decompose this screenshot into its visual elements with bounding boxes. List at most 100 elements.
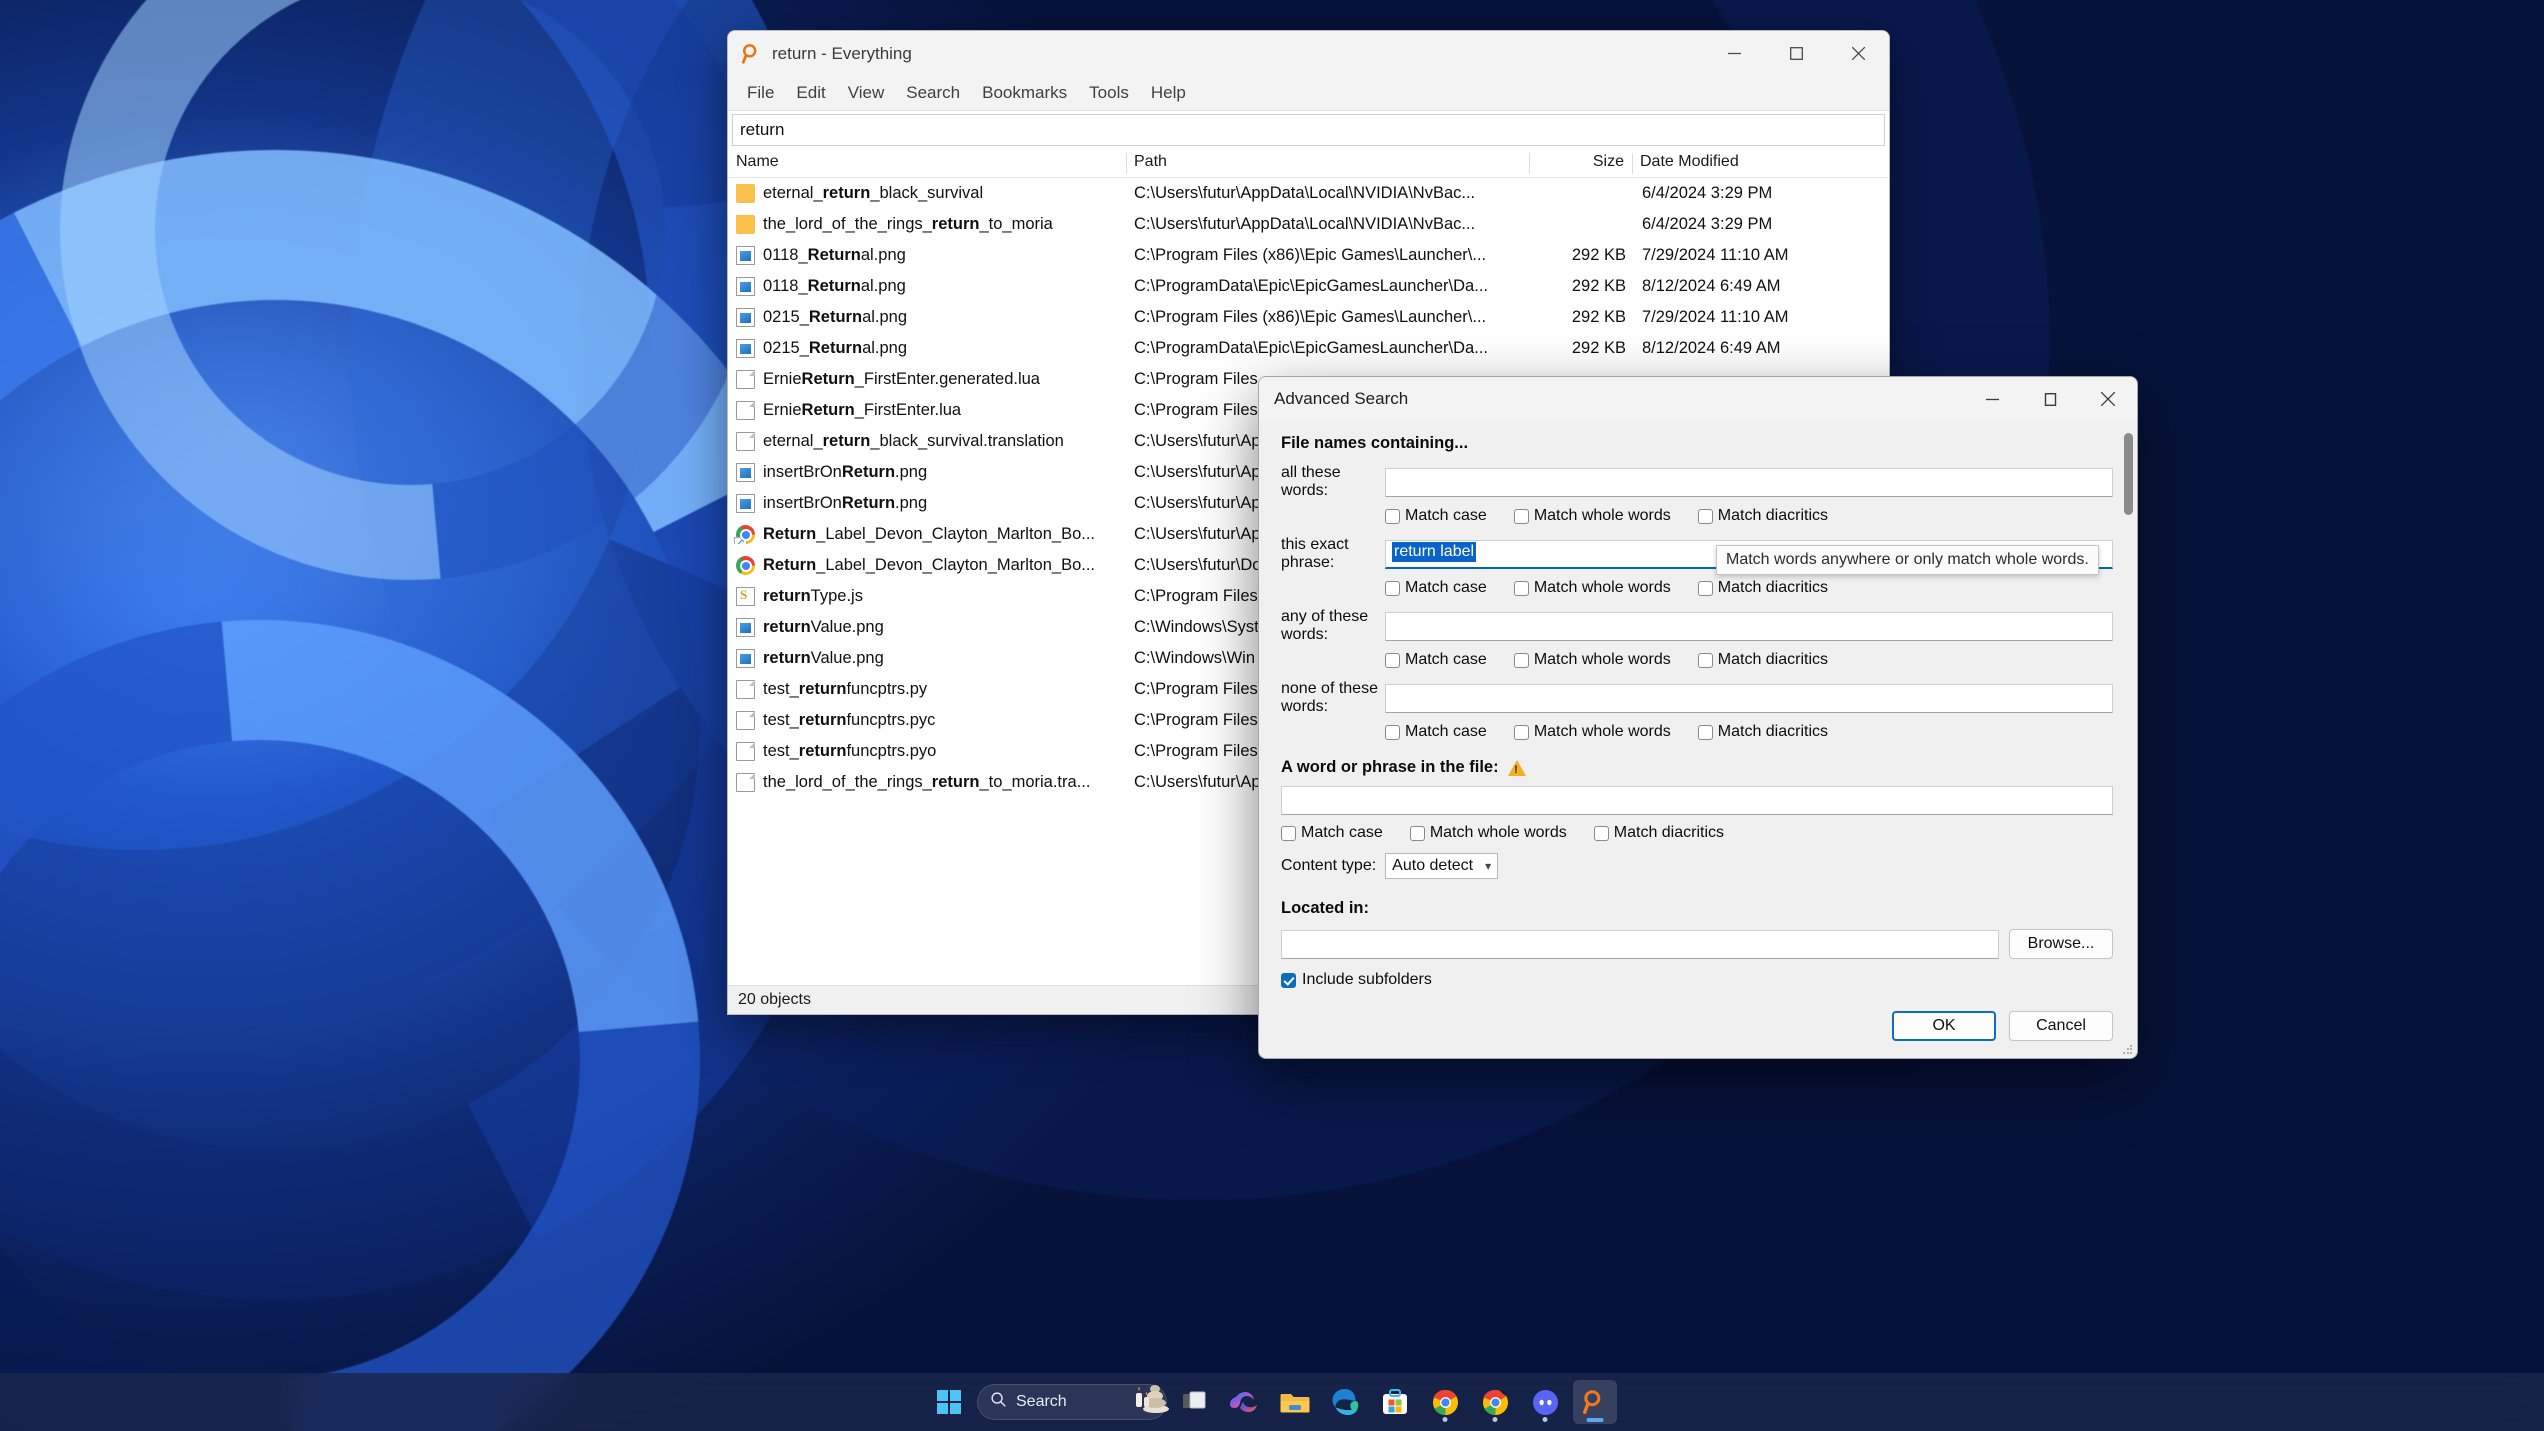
start-button[interactable] xyxy=(927,1380,971,1424)
checkbox-box[interactable] xyxy=(1513,724,1529,740)
checkbox-match-case-1[interactable]: Match case xyxy=(1385,507,1487,525)
table-row[interactable]: 0118_Returnal.png C:\ProgramData\Epic\Epi… xyxy=(728,271,1889,302)
checkbox-box[interactable] xyxy=(1281,825,1296,841)
checkbox-row-this-exact-phrase: Match case Match whole words Match diacr… xyxy=(1385,579,2113,597)
search-input[interactable] xyxy=(732,114,1885,146)
checkbox-box[interactable] xyxy=(1513,652,1529,668)
cancel-button[interactable]: Cancel xyxy=(2009,1011,2113,1041)
widgets-icon[interactable] xyxy=(1122,1376,1170,1421)
checkbox-label: Match case xyxy=(1405,651,1487,668)
checkbox-box[interactable] xyxy=(1697,580,1713,596)
microsoft-store-icon[interactable] xyxy=(1373,1380,1417,1424)
checkbox-match-diacritics-content[interactable]: Match diacritics xyxy=(1593,824,1724,842)
advanced-search-dialog: Advanced Search File names containing...… xyxy=(1258,376,2138,1059)
window-titlebar[interactable]: return - Everything xyxy=(728,31,1889,76)
input-all-these-words[interactable] xyxy=(1385,467,2113,497)
table-row[interactable]: 0215_Returnal.png C:\Program Files (x86)\… xyxy=(728,302,1889,333)
checkbox-match-case-content[interactable]: Match case xyxy=(1281,824,1383,842)
table-row[interactable]: eternal_return_black_survival C:\Users\fu… xyxy=(728,178,1889,209)
checkbox-box[interactable] xyxy=(1385,652,1400,668)
dialog-maximize-button[interactable] xyxy=(2021,377,2079,421)
dialog-close-button[interactable] xyxy=(2079,377,2137,421)
checkbox-box[interactable] xyxy=(1513,580,1529,596)
close-button[interactable] xyxy=(1827,31,1889,76)
column-header-path[interactable]: Path xyxy=(1126,150,1529,177)
checkbox-match-whole-words-3[interactable]: Match whole words xyxy=(1513,651,1671,669)
file-name: Return_Label_Devon_Clayton_Marlton_Bo... xyxy=(763,556,1096,574)
checkbox-box[interactable] xyxy=(1697,724,1713,740)
maximize-button[interactable] xyxy=(1765,31,1827,76)
checkbox-box[interactable] xyxy=(1409,825,1425,841)
input-any-of-these-words[interactable] xyxy=(1385,611,2113,641)
cell-name: test_returnfuncptrs.pyc xyxy=(728,711,1126,730)
file-name: the_lord_of_the_rings_return_to_moria.tr… xyxy=(763,773,1091,791)
menu-view[interactable]: View xyxy=(837,79,896,107)
resize-grip[interactable] xyxy=(2122,1044,2133,1055)
checkbox-match-diacritics-1[interactable]: Match diacritics xyxy=(1697,507,1828,525)
image-file-icon xyxy=(736,494,755,513)
column-header-size[interactable]: Size xyxy=(1529,150,1632,177)
menu-edit[interactable]: Edit xyxy=(785,79,836,107)
checkbox-box[interactable] xyxy=(1385,580,1400,596)
menu-bookmarks[interactable]: Bookmarks xyxy=(971,79,1078,107)
checkbox-box[interactable] xyxy=(1697,652,1713,668)
discord-icon[interactable] xyxy=(1523,1380,1567,1424)
cell-size: 292 KB xyxy=(1571,277,1626,295)
checkbox-box[interactable] xyxy=(1385,508,1400,524)
checkbox-box[interactable] xyxy=(1281,972,1296,988)
menu-help[interactable]: Help xyxy=(1140,79,1197,107)
dialog-scrollbar[interactable] xyxy=(2124,433,2133,982)
browse-button[interactable]: Browse... xyxy=(2009,929,2113,959)
checkbox-match-whole-words-2[interactable]: Match whole words xyxy=(1513,579,1671,597)
table-row[interactable]: the_lord_of_the_rings_return_to_moria C:\… xyxy=(728,209,1889,240)
menu-tools[interactable]: Tools xyxy=(1078,79,1140,107)
minimize-button[interactable] xyxy=(1703,31,1765,76)
checkbox-match-whole-words-4[interactable]: Match whole words xyxy=(1513,723,1671,741)
edge-icon[interactable] xyxy=(1323,1380,1367,1424)
file-name: 0215_Returnal.png xyxy=(763,339,908,357)
input-none-of-these-words[interactable] xyxy=(1385,683,2113,713)
file-explorer-icon[interactable] xyxy=(1273,1380,1317,1424)
dialog-scrollbar-thumb[interactable] xyxy=(2124,433,2133,515)
field-none-of-these-words: none of these words: xyxy=(1281,680,2113,716)
checkbox-match-whole-words-content[interactable]: Match whole words xyxy=(1409,824,1567,842)
checkbox-box[interactable] xyxy=(1593,825,1609,841)
checkbox-match-case-3[interactable]: Match case xyxy=(1385,651,1487,669)
image-file-icon xyxy=(736,649,755,668)
checkbox-box[interactable] xyxy=(1513,508,1529,524)
checkbox-match-whole-words-1[interactable]: Match whole words xyxy=(1513,507,1671,525)
checkbox-box[interactable] xyxy=(1385,724,1400,740)
cell-name: Return_Label_Devon_Clayton_Marlton_Bo... xyxy=(728,525,1126,544)
checkbox-label: Match whole words xyxy=(1533,507,1671,524)
chrome-icon[interactable] xyxy=(1423,1380,1467,1424)
checkbox-match-diacritics-2[interactable]: Match diacritics xyxy=(1697,579,1828,597)
dialog-minimize-button[interactable] xyxy=(1963,377,2021,421)
checkbox-label: Match case xyxy=(1301,824,1383,841)
cell-name: insertBrOnReturn.png xyxy=(728,494,1126,513)
ok-button[interactable]: OK xyxy=(1892,1011,1996,1041)
checkbox-match-case-4[interactable]: Match case xyxy=(1385,723,1487,741)
input-located-in[interactable] xyxy=(1281,929,1999,959)
include-subfolders-checkbox[interactable]: Include subfolders xyxy=(1281,971,2113,989)
checkbox-match-diacritics-4[interactable]: Match diacritics xyxy=(1697,723,1828,741)
task-view-icon[interactable] xyxy=(1173,1380,1217,1424)
generic-file-icon xyxy=(736,742,755,761)
copilot-icon[interactable] xyxy=(1223,1380,1267,1424)
checkbox-box[interactable] xyxy=(1697,508,1713,524)
checkbox-match-case-2[interactable]: Match case xyxy=(1385,579,1487,597)
generic-file-icon xyxy=(736,432,755,451)
table-row[interactable]: 0118_Returnal.png C:\Program Files (x86)\… xyxy=(728,240,1889,271)
everything-icon[interactable] xyxy=(1573,1380,1617,1424)
magnifier-icon xyxy=(741,43,763,65)
checkbox-match-diacritics-3[interactable]: Match diacritics xyxy=(1697,651,1828,669)
chrome-beta-icon[interactable] xyxy=(1473,1380,1517,1424)
dialog-titlebar[interactable]: Advanced Search xyxy=(1259,377,2137,421)
column-header-name[interactable]: Name xyxy=(728,150,1126,177)
column-header-date-modified[interactable]: Date Modified xyxy=(1632,150,1862,177)
table-row[interactable]: 0215_Returnal.png C:\ProgramData\Epic\Epi… xyxy=(728,333,1889,364)
menu-file[interactable]: File xyxy=(736,79,785,107)
content-type-select[interactable]: Auto detect ▾ xyxy=(1385,853,1499,879)
input-word-or-phrase-in-file[interactable] xyxy=(1281,786,2113,815)
menu-search[interactable]: Search xyxy=(895,79,971,107)
taskbar-search-box[interactable]: Search xyxy=(977,1384,1169,1420)
